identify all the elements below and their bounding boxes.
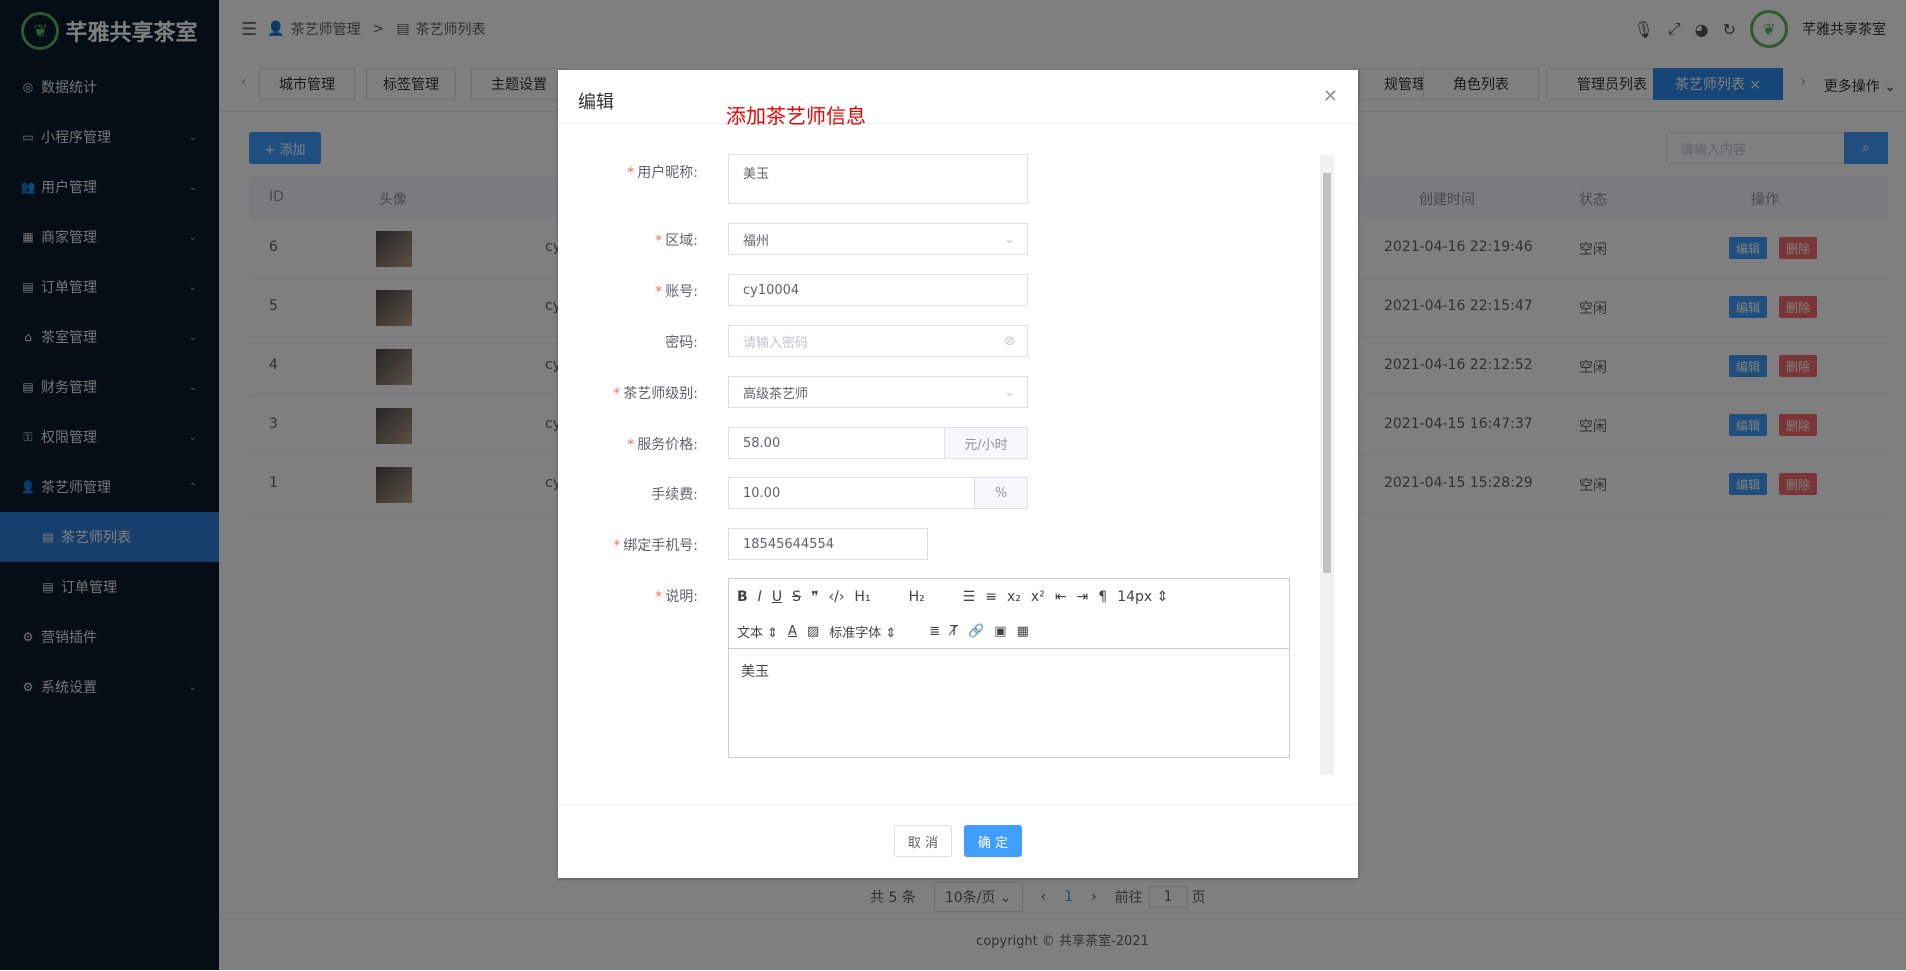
strikethrough-icon[interactable]: S (792, 589, 801, 605)
account-label: *账号: (655, 281, 698, 301)
italic-icon[interactable]: I (758, 589, 762, 605)
indent-icon[interactable]: ⇥ (1077, 589, 1089, 605)
background-color-icon[interactable]: ▨ (807, 624, 819, 639)
edit-dialog: 编辑 添加茶艺师信息 ✕ *用户昵称: 美玉 *区域: 福州 ⌄ *账号: cy1… (558, 70, 1358, 878)
heading2-icon[interactable]: H₂ (909, 589, 925, 605)
region-value: 福州 (743, 230, 769, 249)
password-placeholder: 请输入密码 (743, 332, 808, 351)
font-family-select[interactable]: 标准字体 ⇕ (829, 622, 919, 641)
subscript-icon[interactable]: x₂ (1007, 589, 1021, 605)
clear-format-icon[interactable]: T̸ (950, 624, 958, 639)
code-icon[interactable]: ‹/› (829, 589, 845, 605)
font-size-select[interactable]: 14px ⇕ (1117, 589, 1168, 605)
superscript-icon[interactable]: x² (1031, 589, 1045, 605)
fee-value: 10.00 (743, 486, 780, 501)
dialog-scrollbar[interactable] (1320, 155, 1334, 775)
ordered-list-icon[interactable]: ☰ (963, 589, 976, 605)
outdent-icon[interactable]: ⇤ (1055, 589, 1067, 605)
price-unit: 元/小时 (944, 427, 1028, 459)
dialog-header: 编辑 添加茶艺师信息 ✕ (558, 70, 1358, 124)
dialog-footer: 取 消 确 定 (558, 804, 1358, 878)
chevron-down-icon: ⌄ (1004, 385, 1015, 400)
fee-label: 手续费: (651, 484, 698, 504)
editor-toolbar-row1: B I U S ❞ ‹/› H₁ H₂ ☰ ≡ x₂ x² ⇤ ⇥ ¶ 14px… (729, 579, 1289, 615)
editor-content[interactable]: 美玉 (729, 649, 1289, 693)
region-select[interactable]: 福州 ⌄ (728, 223, 1028, 255)
fee-input[interactable]: 10.00% (728, 477, 1028, 509)
heading1-icon[interactable]: H₁ (854, 589, 870, 605)
rtl-icon[interactable]: ¶ (1098, 589, 1107, 605)
close-icon[interactable]: ✕ (1323, 86, 1338, 107)
font-family-value: 标准字体 (829, 626, 881, 641)
level-select[interactable]: 高级茶艺师 ⌄ (728, 376, 1028, 408)
bullet-list-icon[interactable]: ≡ (985, 589, 997, 605)
account-input[interactable]: cy10004 (728, 274, 1028, 306)
font-size-value: 14px (1117, 589, 1152, 605)
dialog-title: 编辑 (578, 88, 614, 114)
font-color-icon[interactable]: A (788, 624, 797, 639)
chevron-down-icon: ⌄ (1004, 232, 1015, 247)
level-label: *茶艺师级别: (613, 383, 698, 403)
nickname-value: 美玉 (743, 163, 769, 182)
fee-unit: % (974, 477, 1028, 509)
eye-off-icon[interactable]: ⊘ (1004, 334, 1015, 349)
rich-text-editor: B I U S ❞ ‹/› H₁ H₂ ☰ ≡ x₂ x² ⇤ ⇥ ¶ 14px… (728, 578, 1290, 758)
password-input[interactable]: 请输入密码 ⊘ (728, 325, 1028, 357)
level-value: 高级茶艺师 (743, 383, 808, 402)
align-icon[interactable]: ≣ (929, 624, 940, 639)
phone-label: *绑定手机号: (613, 535, 698, 555)
cancel-button[interactable]: 取 消 (894, 825, 952, 857)
region-label: *区域: (655, 230, 698, 250)
nickname-label: *用户昵称: (627, 162, 698, 182)
dialog-annotation: 添加茶艺师信息 (726, 100, 866, 129)
price-value: 58.00 (743, 436, 780, 451)
nickname-textarea[interactable]: 美玉 (728, 154, 1028, 204)
price-label: *服务价格: (627, 434, 698, 454)
link-icon[interactable]: 🔗 (968, 624, 984, 639)
password-label: 密码: (665, 332, 698, 352)
text-style-value: 文本 (737, 626, 763, 641)
phone-value: 18545644554 (743, 537, 834, 552)
price-input[interactable]: 58.00 元/小时 (728, 427, 1028, 459)
text-style-select[interactable]: 文本 ⇕ (737, 622, 778, 641)
underline-icon[interactable]: U (772, 589, 782, 605)
editor-toolbar-row2: 文本 ⇕ A ▨ 标准字体 ⇕ ≣ T̸ 🔗 ▣ ▦ (729, 615, 1289, 649)
scroll-thumb[interactable] (1323, 173, 1331, 573)
desc-label: *说明: (655, 586, 698, 606)
confirm-button[interactable]: 确 定 (964, 825, 1022, 857)
quote-icon[interactable]: ❞ (811, 589, 819, 605)
phone-input[interactable]: 18545644554 (728, 528, 928, 560)
bold-icon[interactable]: B (737, 589, 748, 605)
account-value: cy10004 (743, 283, 799, 298)
video-icon[interactable]: ▦ (1017, 624, 1029, 639)
image-icon[interactable]: ▣ (994, 624, 1006, 639)
